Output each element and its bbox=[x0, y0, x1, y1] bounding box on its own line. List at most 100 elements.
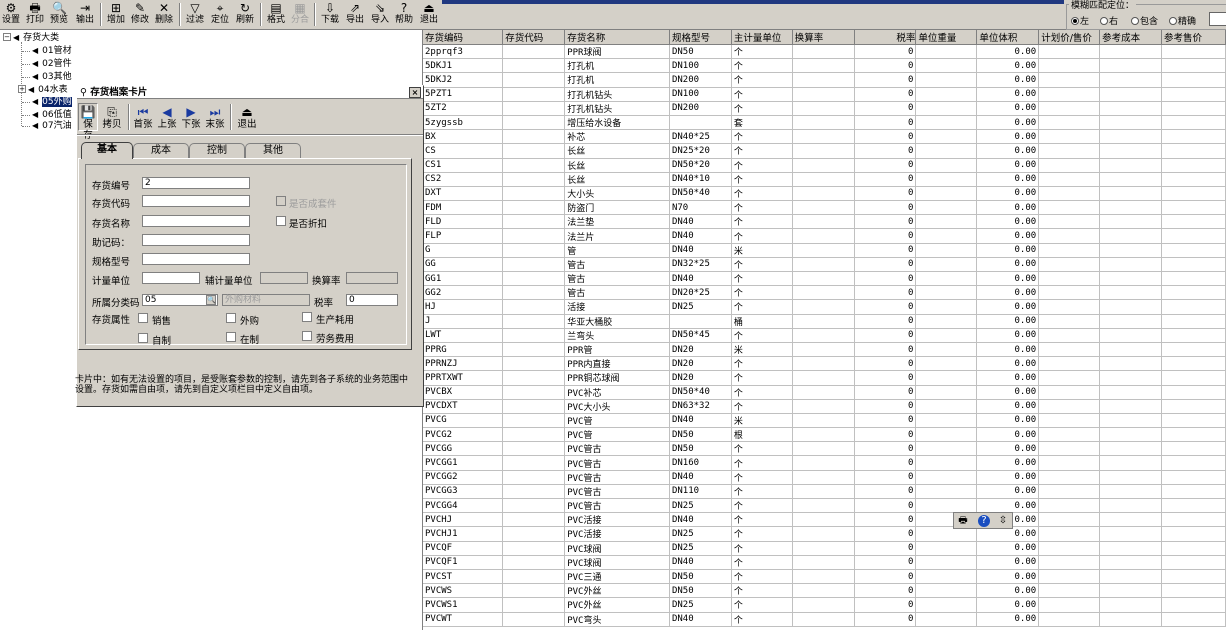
table-cell[interactable] bbox=[1038, 87, 1101, 102]
table-row[interactable]: GG2 管古 DN20*25 个 0 0.00 bbox=[423, 285, 1226, 301]
self-made-checkbox[interactable] bbox=[138, 333, 148, 343]
table-cell[interactable] bbox=[1038, 200, 1101, 216]
table-row[interactable]: PVCQF1 PVC球阀 DN40 个 0 0.00 bbox=[423, 555, 1226, 570]
unit-input[interactable] bbox=[142, 272, 200, 284]
table-cell[interactable]: PVC管古 bbox=[564, 484, 670, 500]
table-cell[interactable] bbox=[792, 72, 855, 88]
table-cell[interactable]: 0 bbox=[854, 427, 917, 443]
table-cell[interactable] bbox=[1161, 87, 1226, 102]
table-cell[interactable] bbox=[1099, 569, 1163, 585]
spec-input[interactable] bbox=[142, 253, 250, 265]
table-cell[interactable]: 0.00 bbox=[976, 342, 1040, 358]
table-cell[interactable]: 0 bbox=[854, 115, 917, 131]
table-cell[interactable] bbox=[502, 413, 566, 429]
table-cell[interactable] bbox=[792, 243, 855, 258]
table-cell[interactable]: 个 bbox=[731, 385, 793, 400]
is-set-checkbox[interactable] bbox=[276, 196, 286, 206]
is-discount-checkbox[interactable] bbox=[276, 216, 286, 226]
rate-input[interactable] bbox=[346, 272, 398, 284]
table-cell[interactable] bbox=[502, 597, 566, 613]
table-cell[interactable]: 0.00 bbox=[976, 271, 1040, 287]
table-cell[interactable]: 0.00 bbox=[976, 72, 1040, 88]
table-cell[interactable] bbox=[1099, 158, 1163, 173]
table-cell[interactable]: 个 bbox=[731, 200, 793, 216]
table-cell[interactable]: 长丝 bbox=[564, 158, 670, 173]
table-cell[interactable] bbox=[1038, 470, 1101, 485]
table-cell[interactable]: PPRG bbox=[423, 342, 504, 358]
tree-item-05[interactable]: ◀ 05外购 bbox=[32, 96, 72, 108]
table-cell[interactable] bbox=[1099, 484, 1163, 500]
table-cell[interactable]: PVC管 bbox=[564, 413, 670, 429]
production-checkbox[interactable] bbox=[302, 312, 312, 322]
table-cell[interactable]: DN63*32 bbox=[669, 399, 732, 414]
table-cell[interactable]: DN20 bbox=[669, 356, 732, 372]
table-cell[interactable] bbox=[1161, 129, 1226, 145]
table-cell[interactable] bbox=[502, 512, 566, 528]
table-cell[interactable] bbox=[1099, 44, 1163, 60]
table-row[interactable]: PVCST PVC三通 DN50 个 0 0.00 bbox=[423, 569, 1226, 585]
table-cell[interactable] bbox=[1038, 612, 1101, 627]
category-lookup-icon[interactable]: 🔍 bbox=[206, 295, 216, 305]
table-cell[interactable]: 0 bbox=[854, 612, 917, 627]
column-header[interactable]: 存货代码 bbox=[502, 30, 566, 45]
prev-record-button[interactable]: ◀ 上张 bbox=[156, 103, 178, 131]
table-cell[interactable] bbox=[1038, 328, 1101, 343]
table-cell[interactable] bbox=[1099, 583, 1163, 599]
table-cell[interactable] bbox=[792, 370, 855, 386]
table-cell[interactable] bbox=[1099, 399, 1163, 414]
exit-button[interactable]: ⏏ 退出 bbox=[417, 1, 441, 28]
table-cell[interactable] bbox=[1038, 228, 1101, 244]
table-cell[interactable]: 0.00 bbox=[976, 555, 1040, 570]
table-row[interactable]: PVCG2 PVC管 DN50 根 0 0.00 bbox=[423, 427, 1226, 443]
table-row[interactable]: 5DKJ2 打孔机 DN200 个 0 0.00 bbox=[423, 72, 1226, 88]
table-cell[interactable]: DN25*20 bbox=[669, 143, 732, 159]
table-cell[interactable]: DN25 bbox=[669, 541, 732, 556]
table-cell[interactable]: 0 bbox=[854, 399, 917, 414]
table-cell[interactable] bbox=[792, 484, 855, 500]
table-cell[interactable]: N70 bbox=[669, 200, 732, 216]
table-cell[interactable]: 0.00 bbox=[976, 115, 1040, 131]
table-cell[interactable]: PVC管古 bbox=[564, 455, 670, 471]
table-cell[interactable] bbox=[1038, 526, 1101, 542]
table-cell[interactable] bbox=[792, 569, 855, 585]
table-row[interactable]: PPRNZJ PPR内直接 DN20 个 0 0.00 bbox=[423, 356, 1226, 372]
table-cell[interactable]: 个 bbox=[731, 455, 793, 471]
table-cell[interactable]: 0.00 bbox=[976, 470, 1040, 485]
table-cell[interactable] bbox=[1099, 243, 1163, 258]
table-cell[interactable]: DN40 bbox=[669, 512, 732, 528]
table-cell[interactable]: 0 bbox=[854, 214, 917, 230]
table-cell[interactable] bbox=[1038, 583, 1101, 599]
table-cell[interactable] bbox=[1161, 541, 1226, 556]
table-cell[interactable]: DN50 bbox=[669, 44, 732, 60]
table-cell[interactable] bbox=[915, 441, 978, 457]
table-cell[interactable] bbox=[1038, 44, 1101, 60]
table-cell[interactable]: DN100 bbox=[669, 58, 732, 74]
column-header[interactable]: 换算率 bbox=[792, 30, 855, 45]
table-cell[interactable] bbox=[915, 470, 978, 485]
tab-basic[interactable]: 基本 bbox=[81, 142, 133, 159]
table-cell[interactable] bbox=[792, 583, 855, 599]
table-cell[interactable] bbox=[1161, 569, 1226, 585]
table-cell[interactable] bbox=[915, 72, 978, 88]
match-input[interactable] bbox=[1209, 12, 1226, 26]
table-cell[interactable]: 管古 bbox=[564, 285, 670, 301]
table-cell[interactable]: PVCDXT bbox=[423, 399, 504, 414]
table-cell[interactable]: 打孔机 bbox=[564, 72, 670, 88]
table-cell[interactable]: 个 bbox=[731, 158, 793, 173]
table-cell[interactable] bbox=[915, 399, 978, 414]
table-cell[interactable] bbox=[502, 257, 566, 273]
table-cell[interactable] bbox=[792, 612, 855, 627]
table-cell[interactable]: 0.00 bbox=[976, 541, 1040, 556]
table-row[interactable]: LWT 兰弯头 DN50*45 个 0 0.00 bbox=[423, 328, 1226, 343]
table-cell[interactable]: FDM bbox=[423, 200, 504, 216]
table-cell[interactable] bbox=[1161, 612, 1226, 627]
table-cell[interactable]: CS2 bbox=[423, 172, 504, 187]
table-cell[interactable]: 0 bbox=[854, 555, 917, 570]
table-cell[interactable] bbox=[915, 143, 978, 159]
table-cell[interactable] bbox=[1099, 228, 1163, 244]
table-cell[interactable] bbox=[502, 441, 566, 457]
help-icon[interactable]: ? bbox=[978, 515, 990, 527]
table-cell[interactable]: 5zygssb bbox=[423, 115, 504, 131]
first-record-button[interactable]: ⏮ 首张 bbox=[132, 103, 154, 131]
delete-button[interactable]: ✕ 删除 bbox=[152, 1, 176, 28]
